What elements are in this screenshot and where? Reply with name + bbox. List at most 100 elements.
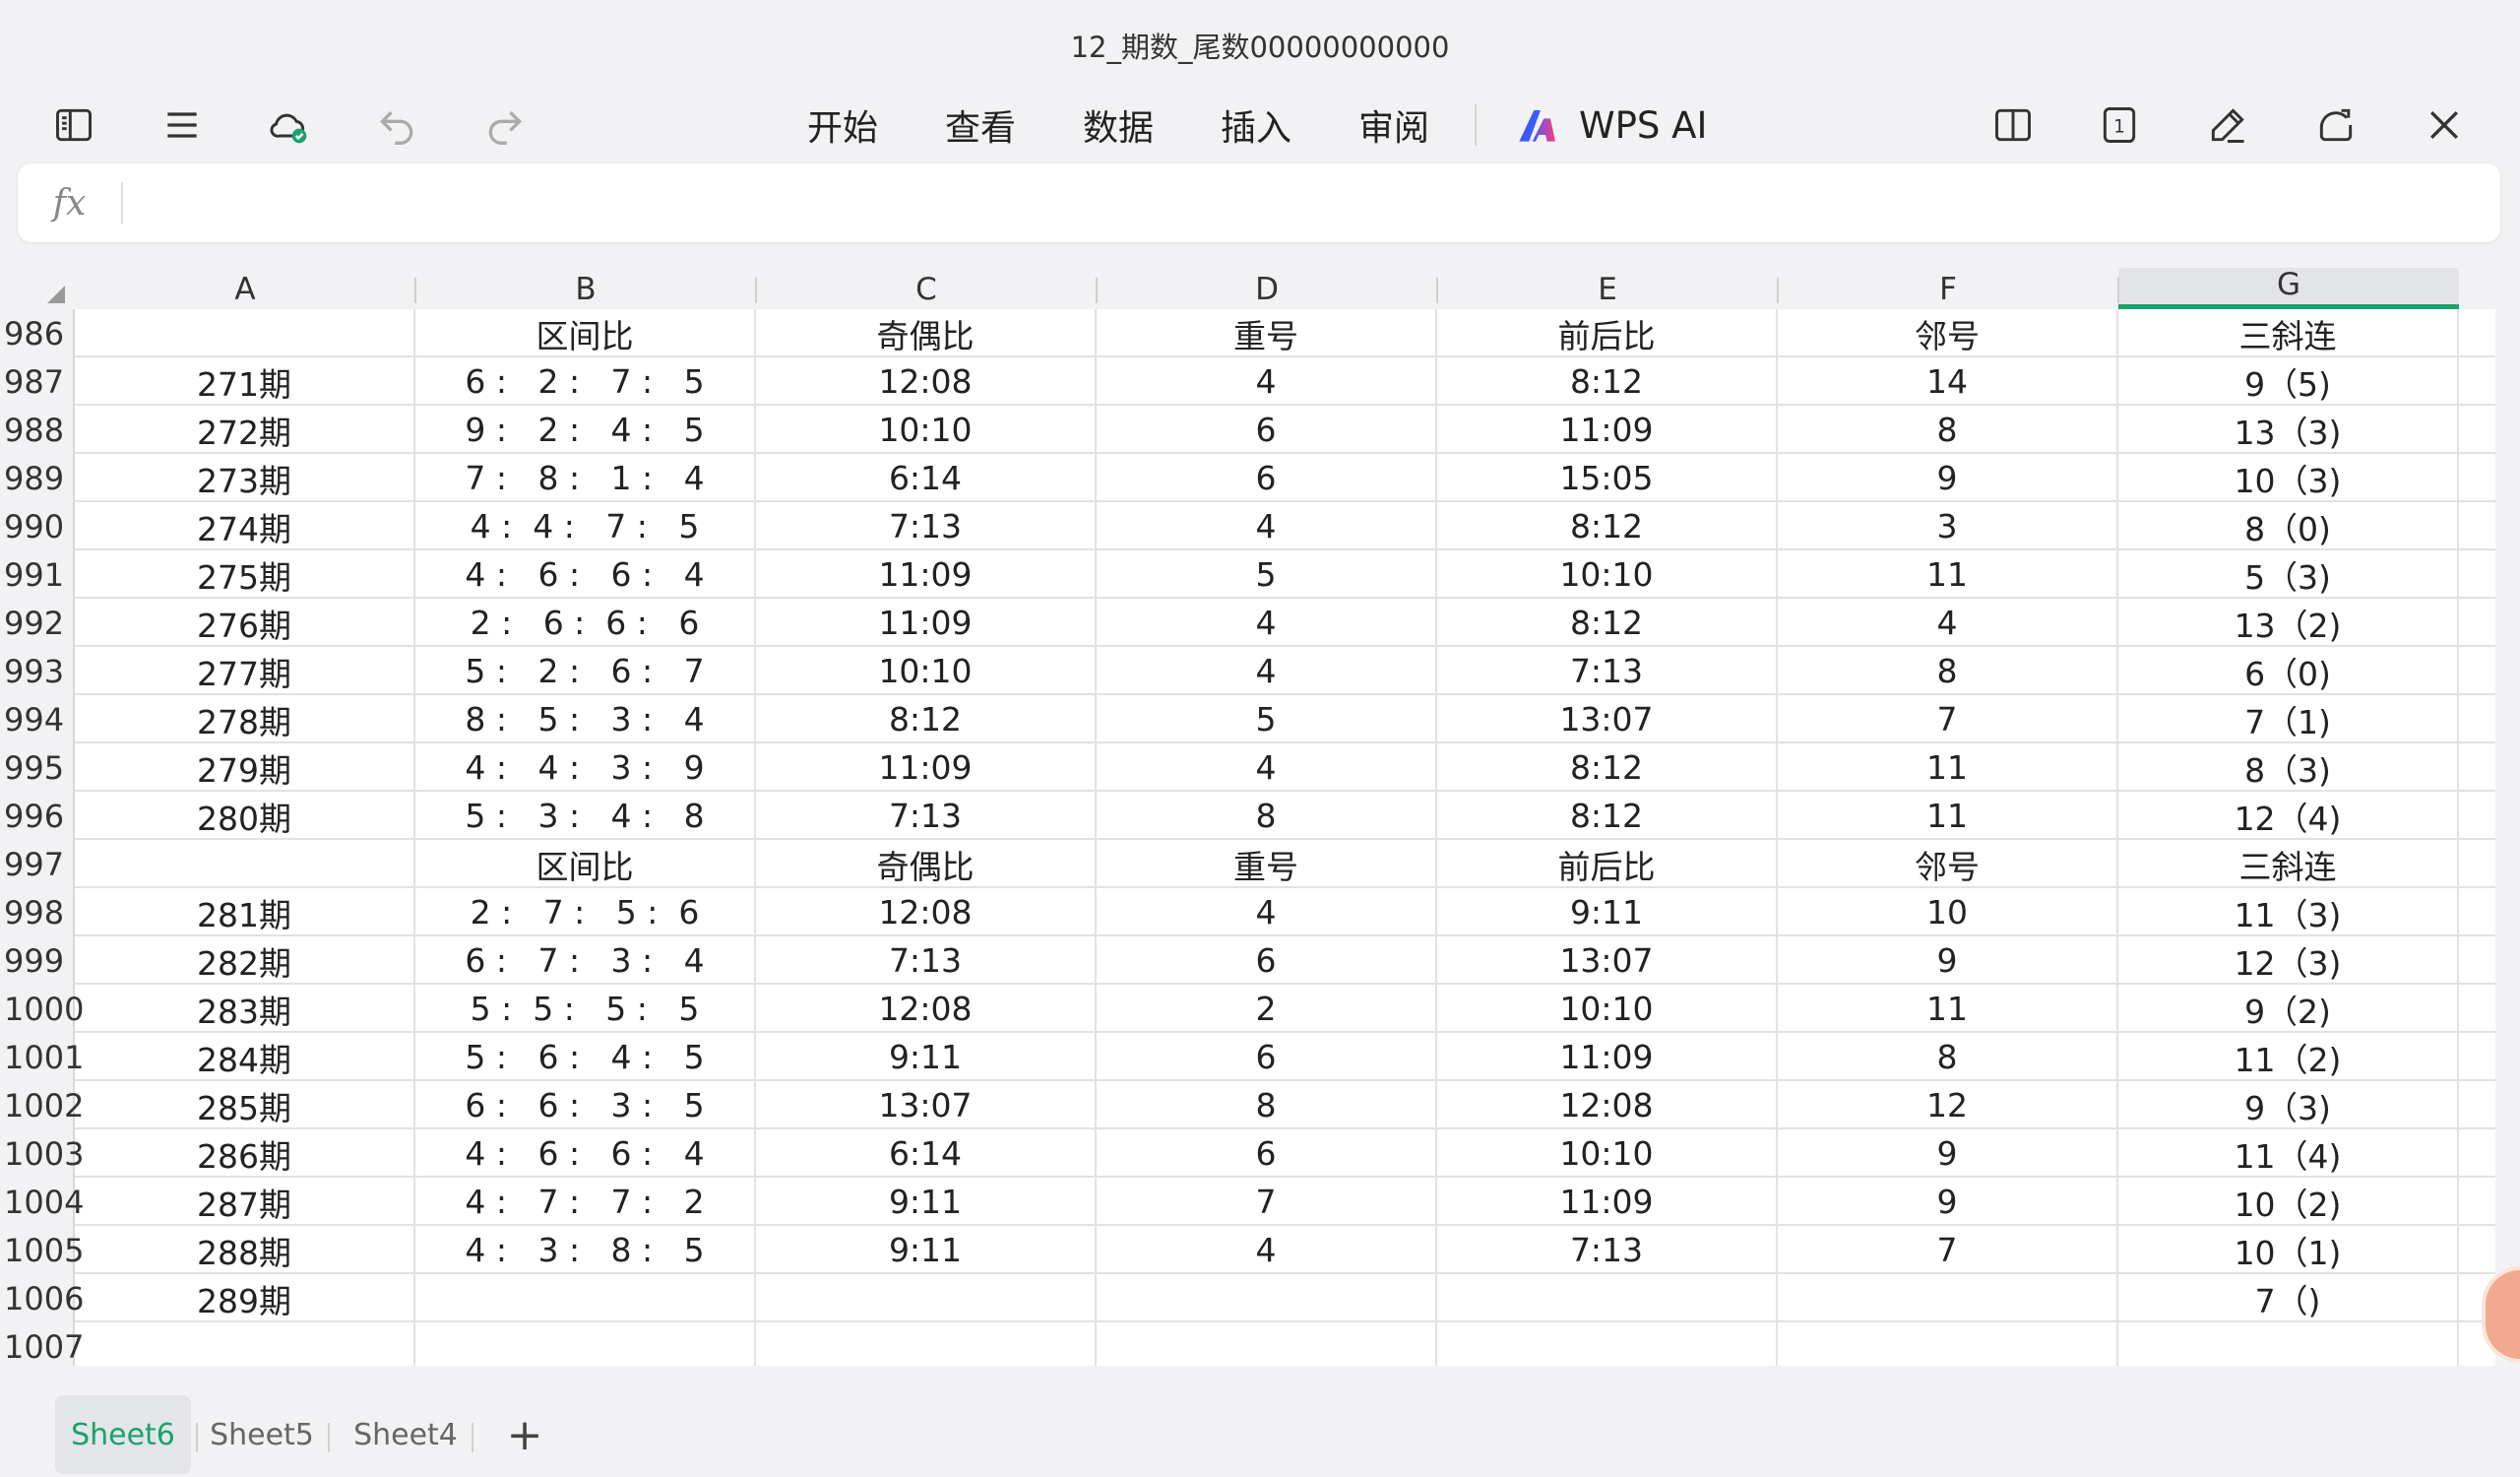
- cell-g[interactable]: 9（2): [2118, 985, 2459, 1033]
- cell-b[interactable]: 6 : 7 : 3 : 4: [415, 936, 756, 985]
- column-header-e[interactable]: E: [1437, 268, 1778, 309]
- cell-d[interactable]: 4: [1097, 743, 1437, 792]
- row-header[interactable]: 1007: [0, 1322, 84, 1366]
- cell-g[interactable]: 11（4): [2118, 1129, 2459, 1178]
- row-header[interactable]: 987: [0, 357, 75, 406]
- cell-f[interactable]: 4: [1778, 599, 2118, 647]
- cell-d[interactable]: 4: [1097, 1226, 1437, 1274]
- cell-d[interactable]: 重号: [1097, 309, 1437, 357]
- cell-e[interactable]: 11:09: [1437, 406, 1778, 454]
- cell-c[interactable]: 13:07: [756, 1081, 1097, 1129]
- cell-c[interactable]: 11:09: [756, 599, 1097, 647]
- cell-f[interactable]: 9: [1778, 1178, 2118, 1226]
- cell-g[interactable]: 三斜连: [2118, 840, 2459, 888]
- cell-d[interactable]: 8: [1097, 1081, 1437, 1129]
- cell-a[interactable]: 271期: [75, 357, 415, 406]
- cell-a[interactable]: 287期: [75, 1178, 415, 1226]
- cell-e[interactable]: 10:10: [1437, 550, 1778, 599]
- cell-d[interactable]: 5: [1097, 695, 1437, 743]
- cell-c[interactable]: 7:13: [756, 502, 1097, 550]
- row-header[interactable]: 994: [0, 695, 75, 743]
- cell-d[interactable]: 6: [1097, 1129, 1437, 1178]
- cell-g[interactable]: 7（): [2118, 1274, 2459, 1322]
- cell-e[interactable]: 15:05: [1437, 454, 1778, 502]
- cell-b[interactable]: 4 : 4 : 3 : 9: [415, 743, 756, 792]
- column-header-f[interactable]: F: [1778, 268, 2118, 309]
- cell-f[interactable]: 7: [1778, 695, 2118, 743]
- menu-insert[interactable]: 插入: [1211, 91, 1301, 160]
- close-icon[interactable]: [2410, 91, 2479, 160]
- cell-c[interactable]: 6:14: [756, 454, 1097, 502]
- cell-d[interactable]: [1097, 1274, 1437, 1322]
- row-header[interactable]: 999: [0, 936, 75, 985]
- row-header[interactable]: 1000: [0, 985, 84, 1033]
- cell-g[interactable]: 7（1): [2118, 695, 2459, 743]
- row-header[interactable]: 986: [0, 309, 75, 357]
- sheet-tab-sheet5[interactable]: Sheet5: [201, 1395, 323, 1474]
- cell-b[interactable]: 5 : 6 : 4 : 5: [415, 1033, 756, 1081]
- cell-e[interactable]: 8:12: [1437, 357, 1778, 406]
- cell-c[interactable]: 11:09: [756, 550, 1097, 599]
- row-header[interactable]: 993: [0, 647, 75, 695]
- cell-c[interactable]: 9:11: [756, 1178, 1097, 1226]
- cell-a[interactable]: 280期: [75, 792, 415, 840]
- fx-label[interactable]: fx: [18, 183, 121, 224]
- column-header-a[interactable]: A: [75, 268, 415, 309]
- cell-a[interactable]: 288期: [75, 1226, 415, 1274]
- cell-b[interactable]: 5 : 2 : 6 : 7: [415, 647, 756, 695]
- column-header-d[interactable]: D: [1097, 268, 1437, 309]
- cell-f[interactable]: 邻号: [1778, 840, 2118, 888]
- cell-b[interactable]: 区间比: [415, 840, 756, 888]
- cell-e[interactable]: 12:08: [1437, 1081, 1778, 1129]
- cell-c[interactable]: [756, 1274, 1097, 1322]
- cell-d[interactable]: 6: [1097, 406, 1437, 454]
- cell-g[interactable]: 6（0): [2118, 647, 2459, 695]
- row-header[interactable]: 988: [0, 406, 75, 454]
- column-header-c[interactable]: C: [756, 268, 1097, 309]
- cell-c[interactable]: 12:08: [756, 357, 1097, 406]
- cell-b[interactable]: 8 : 5 : 3 : 4: [415, 695, 756, 743]
- cell-c[interactable]: 奇偶比: [756, 309, 1097, 357]
- cell-c[interactable]: 10:10: [756, 406, 1097, 454]
- cell-c[interactable]: 9:11: [756, 1033, 1097, 1081]
- cell-b[interactable]: [415, 1274, 756, 1322]
- cell-f[interactable]: 12: [1778, 1081, 2118, 1129]
- cell-g[interactable]: 11（3): [2118, 888, 2459, 936]
- cell-b[interactable]: 5 : 5 : 5 : 5: [415, 985, 756, 1033]
- cell-c[interactable]: 9:11: [756, 1226, 1097, 1274]
- cell-f[interactable]: 14: [1778, 357, 2118, 406]
- sheet-tab-sheet6[interactable]: Sheet6: [55, 1395, 191, 1474]
- cell-a[interactable]: 286期: [75, 1129, 415, 1178]
- cell-c[interactable]: 10:10: [756, 647, 1097, 695]
- cell-f[interactable]: 9: [1778, 1129, 2118, 1178]
- cell-f[interactable]: 邻号: [1778, 309, 2118, 357]
- cell-e[interactable]: [1437, 1274, 1778, 1322]
- cell-g[interactable]: 5（3): [2118, 550, 2459, 599]
- cell-d[interactable]: 5: [1097, 550, 1437, 599]
- cell-f[interactable]: 9: [1778, 454, 2118, 502]
- cell-a[interactable]: 282期: [75, 936, 415, 985]
- cell-b[interactable]: [415, 1322, 756, 1366]
- menu-view[interactable]: 查看: [935, 91, 1026, 160]
- cell-c[interactable]: 8:12: [756, 695, 1097, 743]
- cell-c[interactable]: 奇偶比: [756, 840, 1097, 888]
- cell-g[interactable]: [2118, 1322, 2459, 1366]
- cell-c[interactable]: 12:08: [756, 985, 1097, 1033]
- cell-a[interactable]: 281期: [75, 888, 415, 936]
- cell-g[interactable]: 10（2): [2118, 1178, 2459, 1226]
- cell-c[interactable]: 7:13: [756, 792, 1097, 840]
- cell-a[interactable]: 278期: [75, 695, 415, 743]
- row-header[interactable]: 1003: [0, 1129, 84, 1178]
- cloud-synced-icon[interactable]: [254, 91, 323, 160]
- cell-g[interactable]: 11（2): [2118, 1033, 2459, 1081]
- menu-home[interactable]: 开始: [797, 91, 888, 160]
- row-header[interactable]: 997: [0, 840, 75, 888]
- cell-e[interactable]: 前后比: [1437, 309, 1778, 357]
- cell-f[interactable]: 8: [1778, 1033, 2118, 1081]
- undo-icon[interactable]: [362, 91, 431, 160]
- cell-e[interactable]: [1437, 1322, 1778, 1366]
- cell-e[interactable]: 前后比: [1437, 840, 1778, 888]
- cell-e[interactable]: 13:07: [1437, 695, 1778, 743]
- cell-e[interactable]: 8:12: [1437, 743, 1778, 792]
- share-icon[interactable]: [2301, 91, 2370, 160]
